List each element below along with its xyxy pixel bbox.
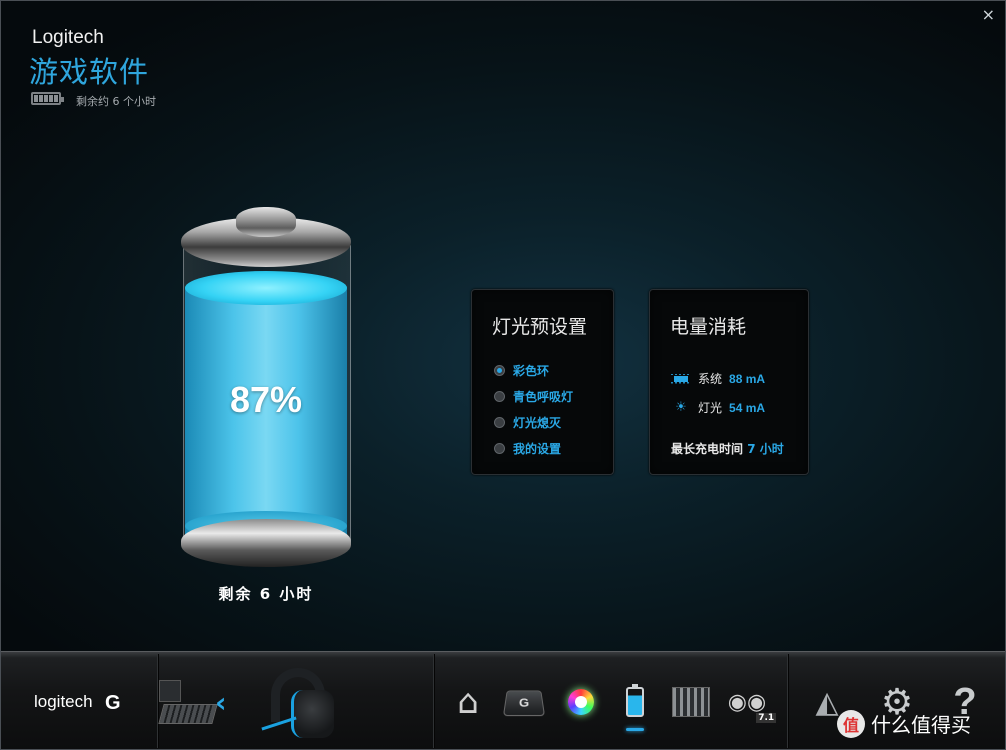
preset-option-label: 我的设置: [513, 442, 562, 456]
light-label: 灯光: [698, 401, 723, 415]
battery-remaining: 剩余 6 小时: [218, 585, 314, 603]
remaining-short-text: 剩余约 6 个小时: [76, 95, 156, 108]
preset-option-label: 灯光熄灭: [513, 416, 562, 430]
light-value: 54 mA: [729, 400, 766, 415]
lighting-preset-panel: 灯光预设置 彩色环 青色呼吸灯 灯光熄灭 我的设置: [471, 289, 614, 475]
power-panel-title: 电量消耗: [670, 316, 747, 338]
app-title: 游戏软件: [29, 55, 150, 89]
equalizer-icon[interactable]: [671, 682, 711, 722]
battery-bottom-ring: [181, 519, 351, 567]
system-value: 88 mA: [729, 371, 766, 386]
preset-option-cyan-breathing[interactable]: 青色呼吸灯: [494, 388, 573, 405]
logitech-logo-text: logitech: [34, 692, 93, 711]
battery-percent: 87%: [229, 379, 303, 420]
preset-option-rainbow[interactable]: 彩色环: [494, 362, 549, 379]
keyboard-device-icon[interactable]: [158, 680, 218, 724]
logitech-g-logo: G: [105, 692, 121, 714]
radio-icon[interactable]: [494, 417, 505, 428]
radio-selected-icon[interactable]: [494, 365, 505, 376]
preset-option-my-settings[interactable]: 我的设置: [494, 440, 561, 457]
preset-option-lights-off[interactable]: 灯光熄灭: [494, 414, 561, 431]
preset-option-label: 青色呼吸灯: [513, 390, 574, 404]
headset-device-icon[interactable]: [261, 666, 335, 744]
max-charge-label: 最长充电时间: [671, 442, 744, 456]
close-button[interactable]: ×: [982, 5, 995, 24]
gkey-icon[interactable]: G: [502, 682, 546, 722]
surround-sound-icon[interactable]: ◉◉ 7.1: [727, 682, 777, 723]
sunrise-icon: ☀: [675, 400, 687, 415]
system-label: 系统: [698, 372, 723, 386]
watermark-text: 什么值得买: [871, 713, 971, 737]
battery-liquid-top: [185, 271, 347, 305]
system-consumption: 系统 88 mA: [671, 370, 765, 387]
chip-icon: [671, 373, 691, 385]
battery-mini-icon: [31, 92, 64, 105]
preset-option-label: 彩色环: [513, 364, 550, 378]
battery-graphic: 87%: [179, 201, 353, 581]
lighting-bulb-icon[interactable]: [561, 682, 601, 722]
radio-icon[interactable]: [494, 443, 505, 454]
light-consumption: ☀ 灯光 54 mA: [671, 399, 765, 416]
max-charge-value: 7 小时: [747, 442, 784, 456]
power-consumption-panel: 电量消耗 系统 88 mA ☀ 灯光 54 mA 最长充电时间 7 小时: [649, 289, 809, 475]
app-window: × Logitech 游戏软件 剩余约 6 个小时 87% 剩余 6 小时 灯光…: [0, 0, 1006, 750]
lighting-panel-title: 灯光预设置: [492, 316, 588, 338]
brand-label: Logitech: [32, 27, 104, 48]
radio-icon[interactable]: [494, 391, 505, 402]
battery-tab-icon[interactable]: [615, 682, 655, 722]
active-tab-indicator: [626, 728, 644, 731]
battery-cap: [236, 207, 296, 237]
watermark: 值 什么值得买: [837, 709, 971, 738]
watermark-logo: 值: [837, 709, 865, 738]
max-charge-time: 最长充电时间 7 小时: [671, 440, 784, 457]
chevron-left-icon[interactable]: ‹: [215, 686, 227, 719]
home-icon[interactable]: ⌂: [448, 682, 488, 722]
